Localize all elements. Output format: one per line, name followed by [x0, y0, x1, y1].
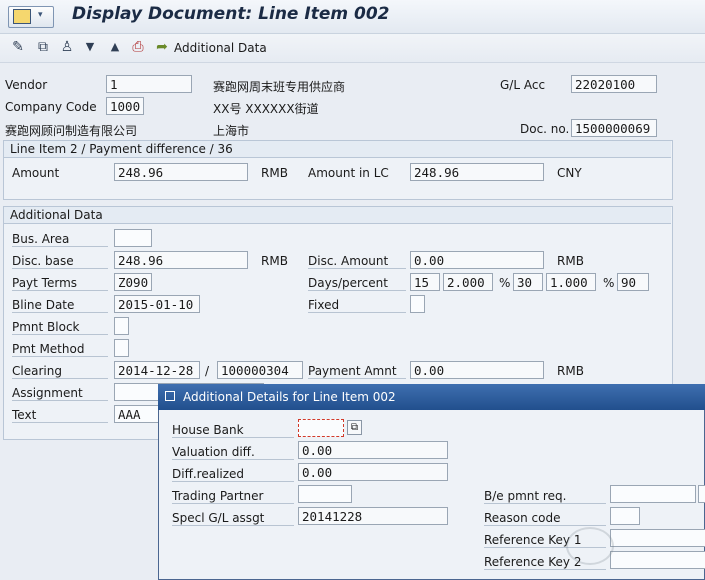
- dropdown-icon: ▾: [38, 10, 43, 20]
- company-code-field[interactable]: 1000: [106, 97, 144, 115]
- print-icon[interactable]: ⎙: [128, 37, 148, 57]
- vendor-name: 赛跑网周末班专用供应商: [213, 80, 346, 94]
- assignment-label: Assignment: [12, 386, 108, 401]
- clearing-doc-field[interactable]: 100000304: [217, 361, 303, 379]
- down-arrow-icon[interactable]: ▼: [80, 37, 100, 57]
- payment-amnt-currency: RMB: [557, 364, 584, 378]
- menu-icon: [13, 9, 31, 24]
- watermark-logo: [566, 527, 614, 565]
- days-2-field[interactable]: 30: [513, 273, 543, 291]
- pmnt-block-field[interactable]: [114, 317, 129, 335]
- clearing-separator: /: [205, 364, 210, 378]
- vendor-field[interactable]: 1: [106, 75, 192, 93]
- amount-field[interactable]: 248.96: [114, 163, 248, 181]
- amount-lc-field[interactable]: 248.96: [410, 163, 544, 181]
- payment-amnt-label: Payment Amnt: [308, 364, 406, 379]
- days-3-field[interactable]: 90: [617, 273, 649, 291]
- dialog-title-bar: Additional Details for Line Item 002: [158, 384, 705, 410]
- be-pmnt-req-label: B/e pmnt req.: [484, 489, 606, 504]
- gl-acc-label: G/L Acc: [500, 78, 546, 92]
- house-bank-field[interactable]: [298, 419, 344, 437]
- clearing-date-field[interactable]: 2014-12-28: [114, 361, 200, 379]
- fixed-label: Fixed: [308, 298, 406, 313]
- vendor-label: Vendor: [5, 78, 48, 92]
- trading-partner-label: Trading Partner: [172, 489, 294, 504]
- percent-1-sign: %: [499, 276, 511, 290]
- person-icon[interactable]: ♙: [57, 37, 77, 57]
- amount-lc-label: Amount in LC: [308, 166, 389, 180]
- percent-2-sign: %: [603, 276, 615, 290]
- amount-label: Amount: [12, 166, 60, 180]
- line-item-header: Line Item 2 / Payment difference / 36: [4, 141, 671, 158]
- valuation-diff-label: Valuation diff.: [172, 445, 294, 460]
- diff-realized-field[interactable]: 0.00: [298, 463, 448, 481]
- payment-amnt-field[interactable]: 0.00: [410, 361, 544, 379]
- percent-1-field[interactable]: 2.000: [443, 273, 493, 291]
- reason-code-label: Reason code: [484, 511, 606, 526]
- disc-amount-label: Disc. Amount: [308, 254, 406, 269]
- bline-date-label: Bline Date: [12, 298, 108, 313]
- change-display-icon[interactable]: ✎: [8, 37, 28, 57]
- bline-date-field[interactable]: 2015-01-10: [114, 295, 200, 313]
- company-code-label: Company Code: [5, 100, 97, 114]
- days-percent-label: Days/percent: [308, 276, 406, 291]
- pmt-method-label: Pmt Method: [12, 342, 108, 357]
- percent-2-field[interactable]: 1.000: [546, 273, 596, 291]
- payt-terms-field[interactable]: Z090: [114, 273, 152, 291]
- doc-no-label: Doc. no.: [520, 122, 570, 136]
- diff-realized-label: Diff.realized: [172, 467, 294, 482]
- gl-acc-field[interactable]: 22020100: [571, 75, 657, 93]
- dialog-title: Additional Details for Line Item 002: [183, 390, 396, 404]
- disc-base-field[interactable]: 248.96: [114, 251, 248, 269]
- bus-area-label: Bus. Area: [12, 232, 108, 247]
- up-arrow-icon[interactable]: ▲: [105, 37, 125, 57]
- additional-data-header: Additional Data: [4, 207, 671, 224]
- page-title: Display Document: Line Item 002: [72, 4, 390, 24]
- reference-key-1-field[interactable]: [610, 529, 705, 547]
- additional-data-button[interactable]: Additional Data: [174, 41, 267, 55]
- bus-area-field[interactable]: [114, 229, 152, 247]
- valuation-diff-field[interactable]: 0.00: [298, 441, 448, 459]
- disc-base-currency: RMB: [261, 254, 288, 268]
- reference-key-2-field[interactable]: [610, 551, 705, 569]
- fixed-checkbox[interactable]: [410, 295, 425, 313]
- pmnt-block-label: Pmnt Block: [12, 320, 108, 335]
- street-address: XX号 XXXXXX街道: [213, 102, 319, 116]
- additional-data-icon[interactable]: ➦: [152, 37, 172, 57]
- disc-amount-currency: RMB: [557, 254, 584, 268]
- disc-base-label: Disc. base: [12, 254, 108, 269]
- trading-partner-field[interactable]: [298, 485, 352, 503]
- dialog-edit-icon: [165, 391, 175, 401]
- city: 上海市: [213, 124, 250, 138]
- clearing-label: Clearing: [12, 364, 108, 379]
- company-name: 赛跑网顾问制造有限公司: [5, 124, 138, 138]
- be-pmnt-req-field-2[interactable]: [698, 485, 705, 503]
- hierarchy-icon[interactable]: ⧉: [33, 37, 53, 57]
- specl-gl-label: Specl G/L assgt: [172, 511, 294, 526]
- text-label: Text: [12, 408, 108, 423]
- amount-currency: RMB: [261, 166, 288, 180]
- days-1-field[interactable]: 15: [410, 273, 440, 291]
- house-bank-label: House Bank: [172, 423, 294, 438]
- doc-no-field[interactable]: 1500000069: [571, 119, 657, 137]
- system-menu-button[interactable]: ▾: [8, 6, 54, 28]
- pmt-method-field[interactable]: [114, 339, 129, 357]
- reason-code-field[interactable]: [610, 507, 640, 525]
- disc-amount-field[interactable]: 0.00: [410, 251, 544, 269]
- amount-lc-currency: CNY: [557, 166, 582, 180]
- value-help-icon[interactable]: ⧉: [347, 420, 362, 435]
- be-pmnt-req-field[interactable]: [610, 485, 696, 503]
- payt-terms-label: Payt Terms: [12, 276, 108, 291]
- specl-gl-field[interactable]: 20141228: [298, 507, 448, 525]
